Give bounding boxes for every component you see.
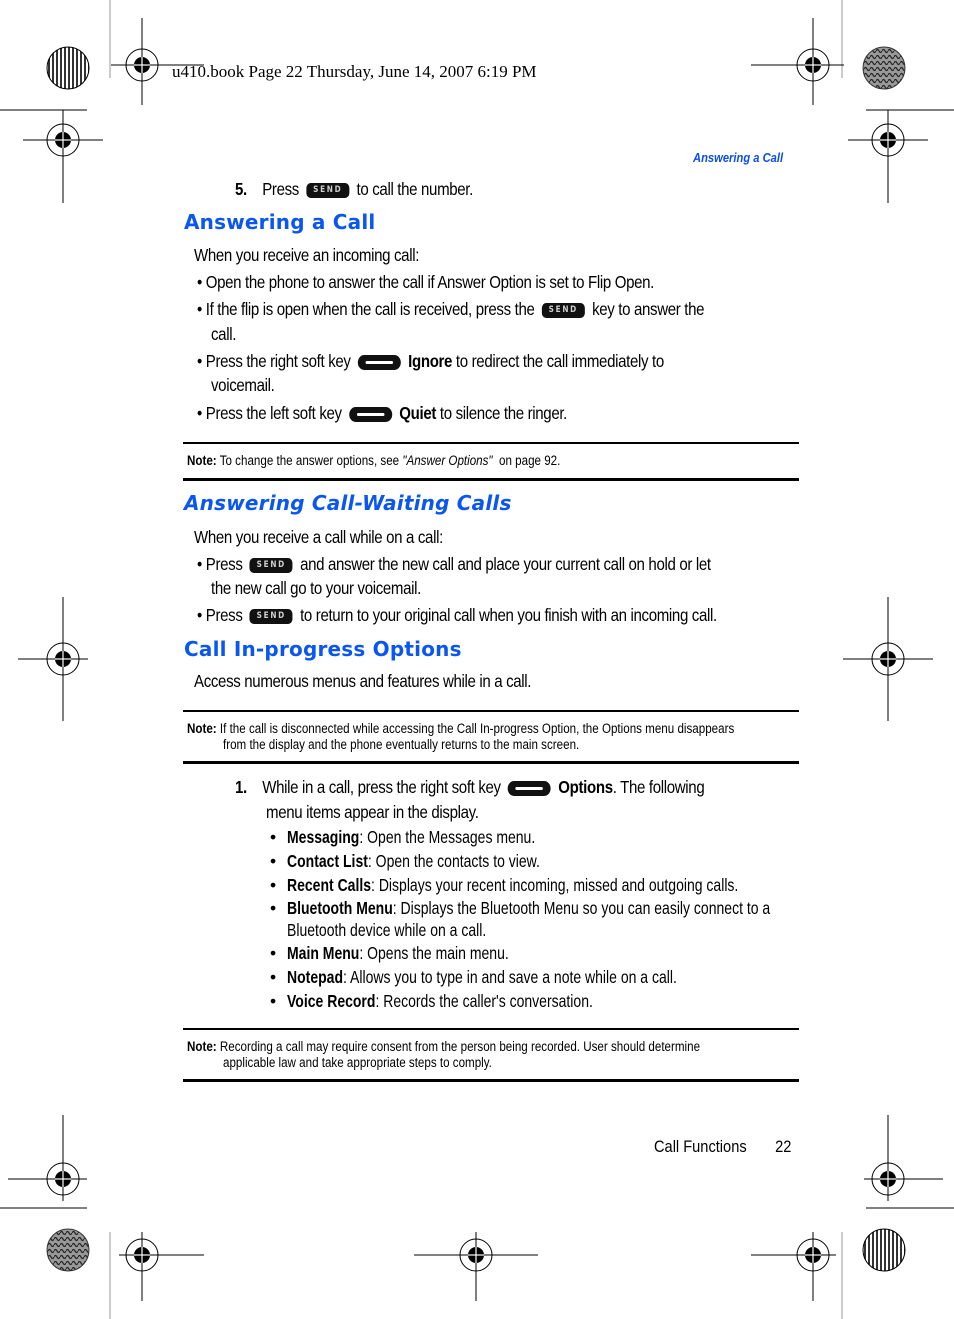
running-head: Answering a Call: [693, 150, 784, 165]
list-item-continuation: call.: [211, 324, 237, 344]
wave-mark-bottom-left: [46, 1228, 90, 1272]
section-heading-call-in-progress: Call In-progress Options: [184, 637, 462, 661]
step-number: 5.: [235, 179, 247, 199]
send-key-icon: SEND: [249, 557, 293, 573]
send-key-icon: SEND: [249, 608, 293, 624]
crosshair-mark: [751, 18, 844, 105]
send-key-icon: SEND: [541, 302, 585, 318]
page-number: 22: [775, 1137, 792, 1156]
note-box: Note: To change the answer options, see …: [183, 442, 799, 481]
note-label: Note:: [187, 1039, 217, 1054]
list-item: • If the flip is open when the call is r…: [197, 299, 705, 319]
list-item-continuation: voicemail.: [211, 375, 275, 395]
section-intro: Access numerous menus and features while…: [194, 671, 532, 691]
section-heading-answering-a-call: Answering a Call: [184, 210, 376, 234]
note-label: Note:: [187, 453, 217, 468]
list-item-continuation: the new call go to your voicemail.: [211, 578, 421, 598]
step-1: 1. While in a call, press the right soft…: [235, 777, 705, 797]
page-footer: Call Functions 22: [654, 1137, 814, 1157]
send-key-icon: SEND: [306, 182, 350, 198]
left-soft-key-icon: [349, 406, 393, 422]
right-soft-key-icon: [508, 780, 552, 796]
crosshair-mark: [23, 110, 103, 203]
step-1-continuation: menu items appear in the display.: [266, 802, 479, 822]
note-box: Note: Recording a call may require conse…: [183, 1028, 799, 1082]
crosshair-mark: [414, 1232, 538, 1301]
cross-reference-link[interactable]: "Answer Options": [402, 453, 492, 468]
section-intro: When you receive an incoming call:: [194, 245, 420, 265]
section-heading-call-waiting: Answering Call-Waiting Calls: [184, 491, 512, 515]
print-header: u410.book Page 22 Thursday, June 14, 200…: [172, 62, 537, 81]
list-item: • Open the phone to answer the call if A…: [197, 272, 655, 292]
crosshair-mark: [864, 1115, 943, 1201]
note-label: Note:: [187, 721, 217, 736]
list-item: • Press the right soft key Ignore to red…: [197, 351, 664, 371]
starburst-mark-bottom-right: [862, 1228, 906, 1272]
list-item: • Press the left soft key Quiet to silen…: [197, 403, 568, 423]
list-item: • Press SEND to return to your original …: [197, 605, 717, 625]
list-item: • Press SEND and answer the new call and…: [197, 554, 711, 574]
section-intro: When you receive a call while on a call:: [194, 527, 443, 547]
crosshair-mark: [843, 597, 933, 721]
crosshair-mark: [119, 1232, 204, 1301]
crosshair-mark: [848, 110, 928, 203]
step-number: 1.: [235, 777, 247, 797]
crosshair-mark: [8, 1115, 87, 1201]
crosshair-mark: [18, 597, 88, 721]
wave-mark-top-right: [862, 46, 906, 90]
step-5: 5. Press SEND to call the number.: [235, 179, 473, 199]
starburst-mark-top-left: [46, 46, 90, 90]
crosshair-mark: [751, 1232, 836, 1301]
footer-section-title: Call Functions: [654, 1137, 747, 1156]
note-box: Note: If the call is disconnected while …: [183, 710, 799, 764]
right-soft-key-icon: [357, 354, 401, 370]
